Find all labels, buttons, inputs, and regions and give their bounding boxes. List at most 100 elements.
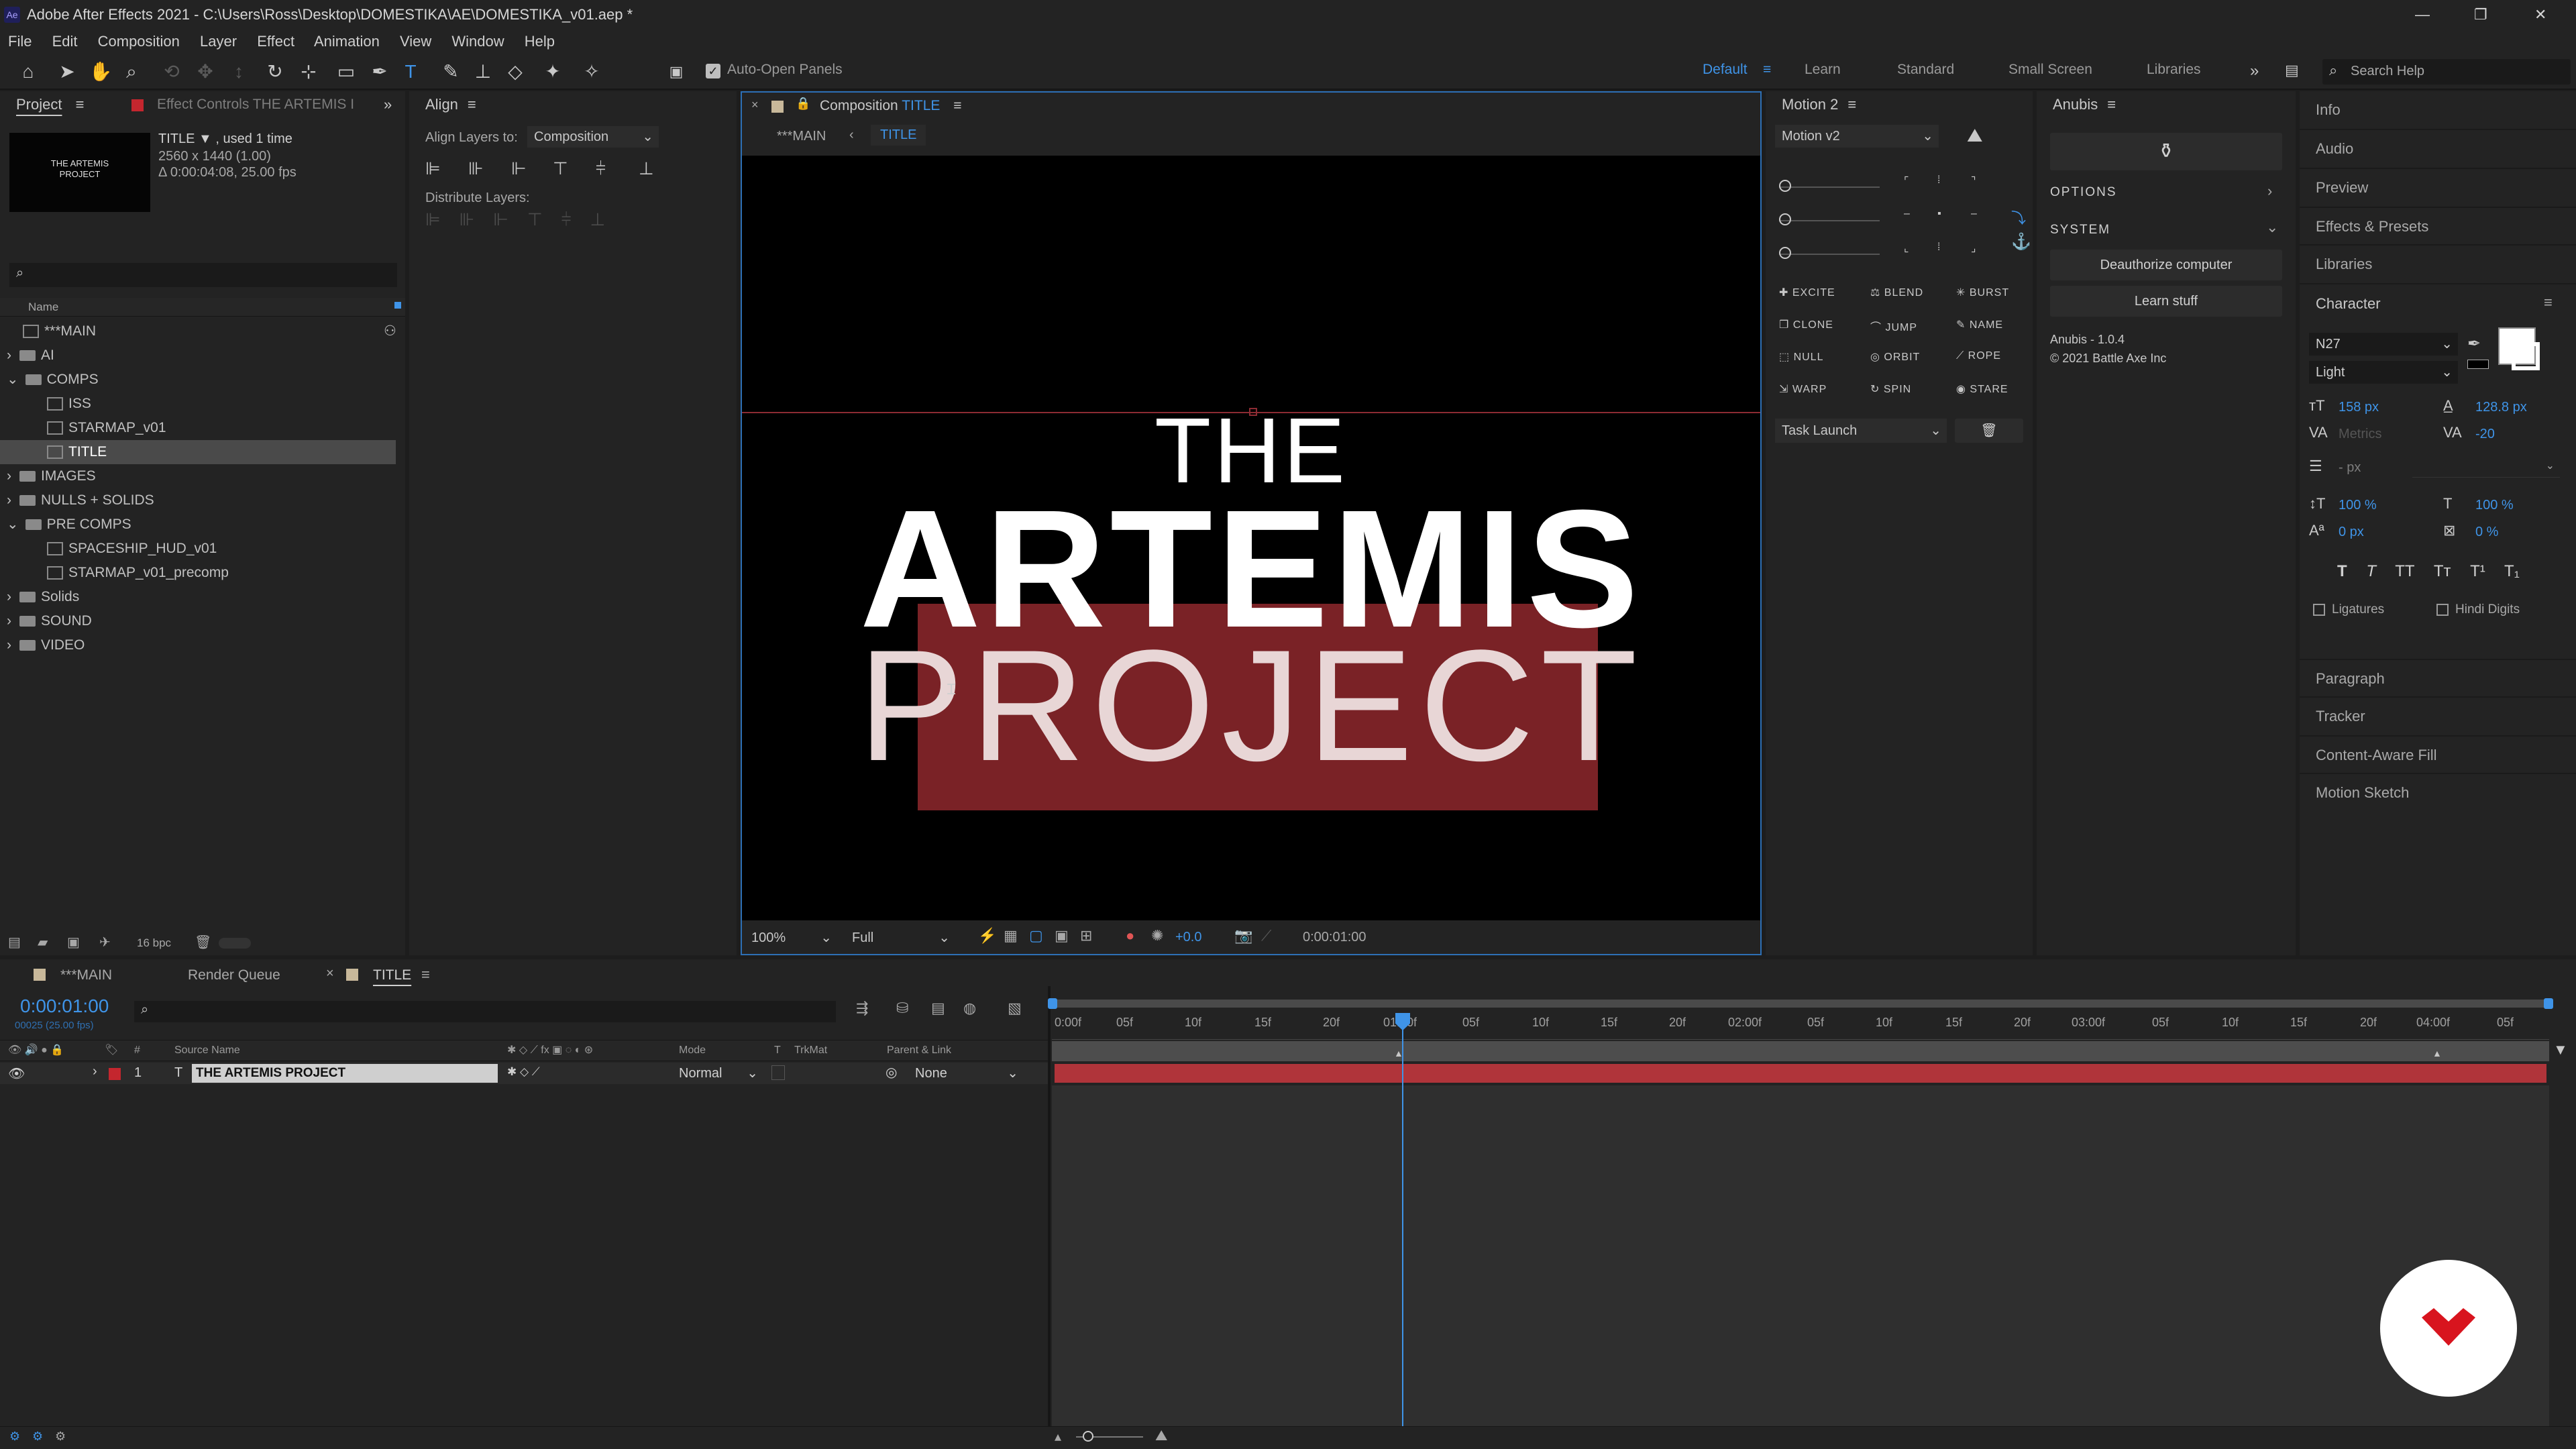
workspace-libraries[interactable]: Libraries [2147,62,2201,78]
motion-spin-button[interactable]: ↻ SPIN [1870,382,1911,396]
audio-panel-header[interactable]: Audio [2300,129,2576,166]
region-of-interest-icon[interactable]: ▣ [1055,927,1069,945]
time-navigator[interactable] [1048,998,2553,1009]
expand-arrow-icon[interactable]: › [7,468,11,484]
project-row-title[interactable]: TITLE [0,440,396,464]
expand-arrow-icon[interactable]: › [7,492,11,508]
layer-switches-icons[interactable]: ✱ ◇ ⟋ [507,1065,540,1079]
layer-name[interactable]: THE ARTEMIS PROJECT [192,1064,498,1083]
comp-mini-flowchart-icon[interactable]: ⇶ [856,1000,868,1017]
menu-animation[interactable]: Animation [314,33,380,50]
breadcrumb-title[interactable]: TITLE [871,125,926,146]
project-row-starmap[interactable]: STARMAP_v01 [0,416,396,440]
motion-rope-button[interactable]: ⟋ ROPE [1956,350,2001,362]
timeline-track-area[interactable] [1052,1085,2549,1434]
content-aware-fill-panel-header[interactable]: Content-Aware Fill [2300,735,2576,773]
composition-viewer[interactable]: THE ARTEMIS PROJECT Ɪ [742,156,1760,920]
motion-null-button[interactable]: ⬚ NULL [1779,350,1823,364]
delete-icon[interactable]: 🗑 [195,934,211,951]
menu-file[interactable]: File [8,33,32,50]
keyframe-marker[interactable]: ▲ [2432,1048,2442,1059]
title-line-project[interactable]: PROJECT [742,627,1760,785]
system-header[interactable]: SYSTEM [2050,223,2110,237]
puppet-tool-icon[interactable]: ✧ [578,58,605,85]
expand-arrow-icon[interactable]: › [7,637,11,653]
eyedropper-icon[interactable]: ✒ [2467,334,2481,354]
playhead[interactable] [1395,1013,1410,1434]
motion-orbit-button[interactable]: ◎ ORBIT [1870,350,1920,364]
tracking-value[interactable]: -20 [2475,427,2495,442]
trkmat-box[interactable] [771,1065,785,1080]
font-family-dropdown[interactable]: N27 ⌄ [2309,333,2458,356]
anubis-menu-icon[interactable]: ≡ [2107,96,2116,113]
motion-warp-button[interactable]: ⇲ WARP [1779,382,1827,396]
magnification-dropdown[interactable]: 100% ⌄ [751,927,836,949]
project-row-spaceship[interactable]: SPACESHIP_HUD_v01 [0,537,396,561]
timeline-zoom-slider[interactable] [1076,1431,1143,1442]
menu-layer[interactable]: Layer [200,33,237,50]
libraries-panel-header[interactable]: Libraries [2300,244,2576,282]
panel-overflow-icon[interactable]: » [384,91,392,118]
collapse-arrow-icon[interactable]: ⌄ [7,372,19,387]
roto-tool-icon[interactable]: ✦ [539,58,566,85]
align-left-icon[interactable]: ⊫ [425,158,441,179]
options-header[interactable]: OPTIONS [2050,185,2117,200]
channel-icon[interactable]: ● [1126,927,1134,945]
layer-label-swatch[interactable] [109,1068,121,1080]
align-bottom-icon[interactable]: ⊥ [639,158,654,179]
align-tab[interactable]: Align ≡ [425,91,476,118]
close-comp-icon[interactable]: × [751,98,759,112]
motion-menu-icon[interactable]: ≡ [1847,96,1856,113]
close-button[interactable]: ✕ [2534,0,2546,30]
superscript-button[interactable]: T¹ [2470,562,2485,580]
motion-excite-button[interactable]: ✚ EXCITE [1779,286,1835,299]
motion-slider-2[interactable] [1779,213,1880,225]
layer-switches-toggle-icon[interactable]: ⚙ [9,1430,20,1444]
align-vcenter-icon[interactable]: ⫩ [596,158,606,180]
workspace-menu-icon[interactable]: ≡ [1763,62,1771,78]
project-search-input[interactable]: ⌕ [9,263,397,287]
project-row-main[interactable]: ***MAIN ⚇ [0,319,396,343]
type-tool-icon[interactable]: T [397,58,424,85]
sync-icon[interactable]: ▤ [2285,62,2299,79]
anubis-logo-button[interactable]: ⚱ [2050,133,2282,170]
show-snapshot-icon[interactable]: ⟋ [1261,927,1271,945]
anchor-grid[interactable]: ⌜ ⁞ ⌝ – ▪ – ⌞ ⁞ ⌟ [1900,174,2000,268]
project-row-sound[interactable]: › SOUND [0,609,396,633]
project-row-starmap-precomp[interactable]: STARMAP_v01_precomp [0,561,396,585]
horizontal-scale-value[interactable]: 100 % [2475,498,2514,513]
motion-burst-button[interactable]: ✳ BURST [1956,286,2009,299]
viewer-timecode[interactable]: 0:00:01:00 [1303,930,1366,945]
snap-icon[interactable]: ▣ [663,58,690,85]
snapshot-icon[interactable]: 📷 [1234,927,1252,945]
stamp-tool-icon[interactable]: ⊥ [470,58,496,85]
learn-stuff-button[interactable]: Learn stuff [2050,286,2282,317]
project-menu-icon[interactable]: ≡ [76,96,85,113]
leading-value[interactable]: 128.8 px [2475,400,2527,415]
motion-jump-button[interactable]: ⌒ JUMP [1870,318,1917,334]
motion-clone-button[interactable]: ❐ CLONE [1779,318,1833,331]
project-row-iss[interactable]: ISS [0,392,396,416]
brush-tool-icon[interactable]: ✎ [437,58,464,85]
parent-column[interactable]: Parent & Link [887,1044,951,1057]
resolution-dropdown[interactable]: Full ⌄ [852,927,954,949]
motion-name-button[interactable]: ✎ NAME [1956,318,2003,331]
layer-expand-icon[interactable]: › [93,1064,97,1079]
workspace-small-screen[interactable]: Small Screen [2008,62,2092,78]
comp-menu-icon[interactable]: ≡ [953,98,961,113]
kerning-value[interactable]: Metrics [2339,427,2381,442]
project-row-nulls[interactable]: › NULLS + SOLIDS [0,488,396,513]
dolly-tool-icon[interactable]: ↕ [225,58,252,85]
info-panel-header[interactable]: Info [2300,91,2576,129]
eraser-tool-icon[interactable]: ◇ [502,58,529,85]
deauthorize-button[interactable]: Deauthorize computer [2050,250,2282,280]
trkmat-column[interactable]: TrkMat [794,1044,827,1057]
restore-button[interactable]: ❐ [2474,0,2487,30]
tsume-value[interactable]: 0 % [2475,525,2498,540]
lock-icon[interactable]: 🔒 [796,97,810,111]
bit-depth-button[interactable]: 16 bpc [137,936,171,950]
character-title[interactable]: Character [2316,295,2381,313]
current-timecode[interactable]: 0:00:01:00 [20,996,109,1017]
timeline-tab-render-queue[interactable]: Render Queue [188,967,280,983]
motion2-tab[interactable]: Motion 2 ≡ [1782,91,1856,118]
